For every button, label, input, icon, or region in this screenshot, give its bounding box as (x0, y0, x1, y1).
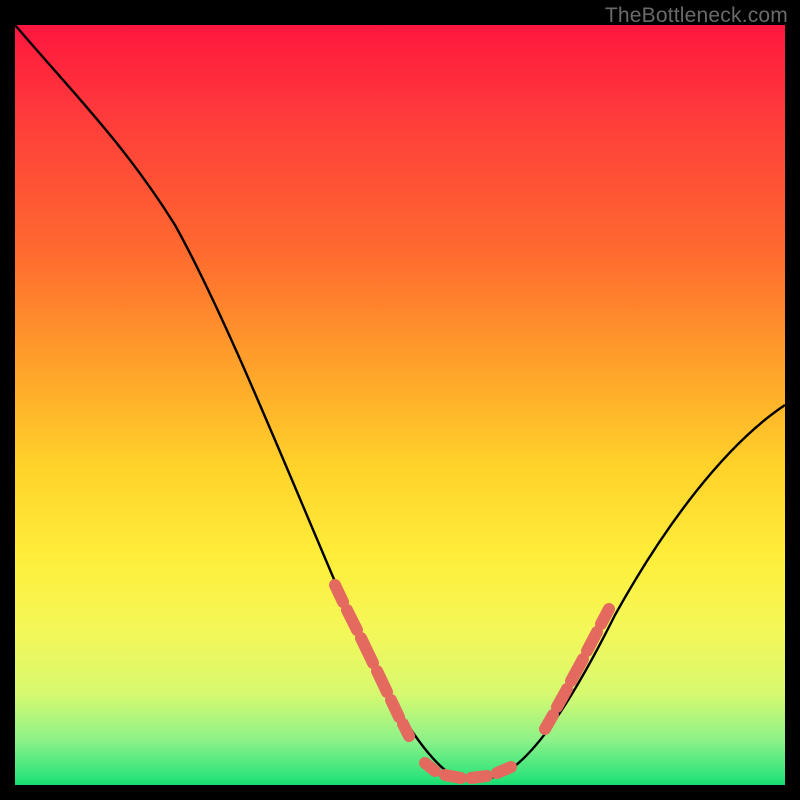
right-marker-cluster (545, 609, 609, 729)
chart-frame: TheBottleneck.com (0, 0, 800, 800)
left-marker-cluster (335, 585, 409, 736)
floor-marker-cluster (425, 763, 511, 778)
curve-path (15, 25, 785, 779)
plot-area (15, 25, 785, 785)
bottleneck-curve (15, 25, 785, 785)
